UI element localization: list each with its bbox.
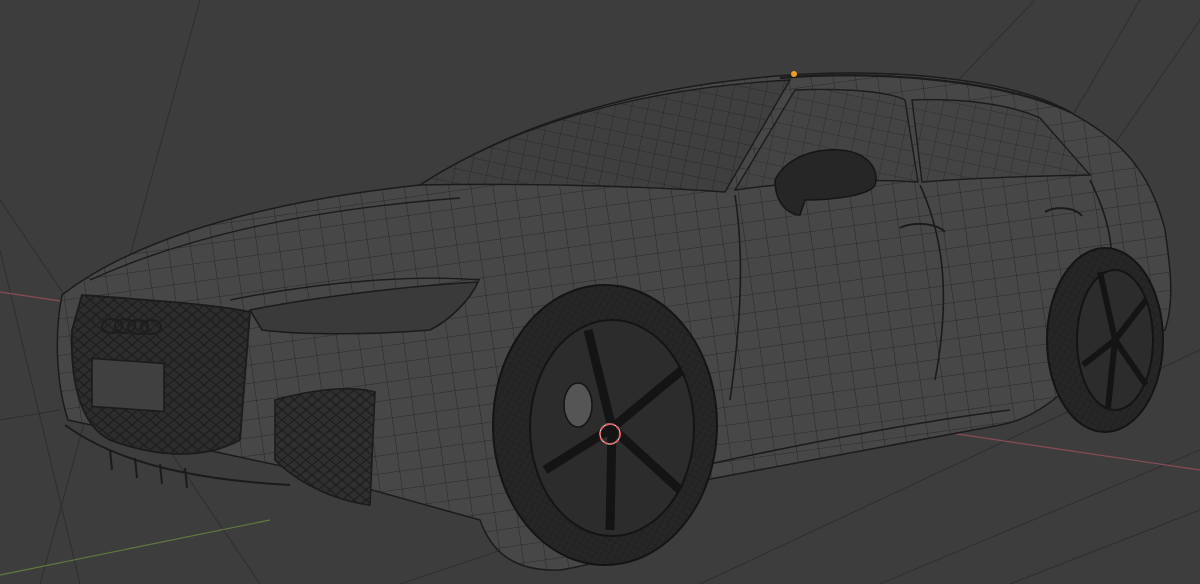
selected-vertex-icon[interactable] [791,71,797,77]
rear-wheel[interactable] [1046,247,1164,433]
viewport-canvas[interactable] [0,0,1200,584]
3d-viewport[interactable] [0,0,1200,584]
y-axis-line [0,519,271,576]
license-plate [91,357,165,413]
